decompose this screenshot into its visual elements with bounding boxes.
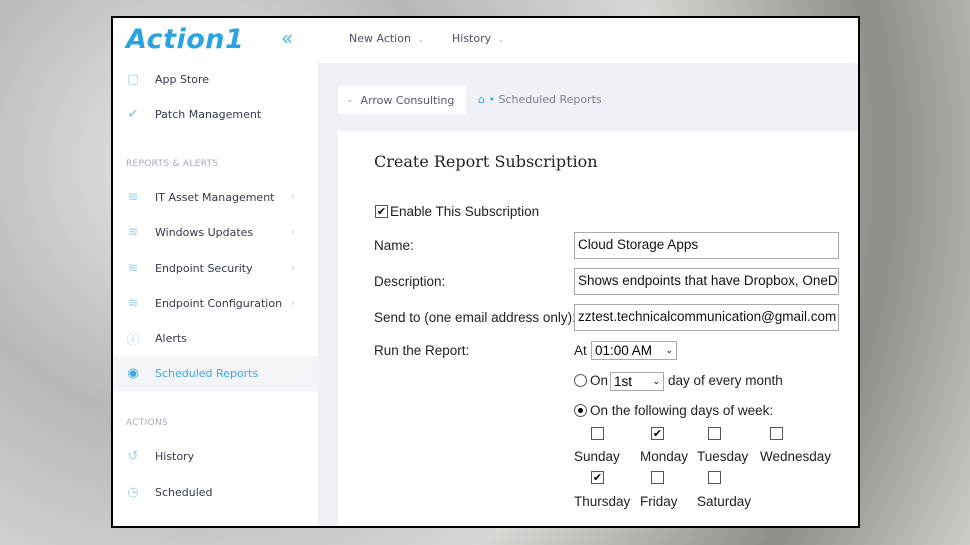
chevron-down-icon: ⌄ (652, 376, 660, 386)
day-label: Sunday (574, 449, 620, 464)
home-icon[interactable]: ⌂ (478, 93, 485, 106)
double-check-icon: ✔ (127, 107, 139, 122)
sidebar-item-label: IT Asset Management (155, 191, 275, 204)
organization-name: Arrow Consulting (360, 93, 455, 107)
day-label: Thursday (574, 494, 631, 509)
day-checkbox-saturday[interactable] (708, 471, 721, 484)
sidebar-item-scheduled-reports[interactable]: ◉ Scheduled Reports (113, 356, 318, 391)
sidebar-item-scheduled[interactable]: ◷ Scheduled (113, 475, 318, 510)
app-window: Action1 « ▢ App Store ✔ Patch Management R… (111, 16, 860, 528)
send-to-email-input[interactable]: zztest.technicalcommunication@gmail.com (574, 304, 839, 331)
sidebar-item-endpoint-security[interactable]: ≋ Endpoint Security › (113, 251, 318, 286)
breadcrumb: ⌂ • Scheduled Reports (478, 93, 602, 106)
weekly-label: On the following days of week: (590, 403, 774, 418)
breadcrumb-current: Scheduled Reports (498, 93, 602, 106)
at-label: At (574, 343, 587, 358)
day-checkbox-monday[interactable]: ✔ (651, 427, 664, 440)
chevron-down-icon: ⌄ (346, 95, 354, 105)
sidebar-item-label: Alerts (155, 332, 187, 345)
sidebar-item-label: Endpoint Configuration (155, 297, 283, 310)
chevron-right-icon: › (291, 227, 295, 238)
history-icon: ↺ (127, 449, 139, 464)
menu-history[interactable]: History ⌄ (452, 32, 505, 45)
chevron-right-icon: › (291, 263, 295, 274)
description-label: Description: (374, 274, 446, 289)
sidebar-item-label: Scheduled (155, 486, 213, 499)
name-input[interactable]: Cloud Storage Apps (574, 232, 839, 259)
layers-icon: ≋ (127, 261, 139, 276)
top-bar: New Action ⌄ History ⌄ (318, 18, 858, 63)
sidebar-item-windows-updates[interactable]: ≋ Windows Updates › (113, 215, 318, 250)
day-checkbox-friday[interactable] (651, 471, 664, 484)
chevron-right-icon: › (291, 298, 295, 309)
layers-icon: ≋ (127, 190, 139, 205)
collapse-sidebar-icon[interactable]: « (281, 26, 293, 50)
sidebar-item-patch-management[interactable]: ✔ Patch Management (113, 97, 318, 132)
day-checkbox-wednesday[interactable] (770, 427, 783, 440)
scheduled-report-icon: ◉ (127, 366, 139, 381)
sidebar-item-label: Patch Management (155, 108, 262, 121)
day-label: Friday (640, 494, 678, 509)
monthly-radio[interactable] (574, 374, 587, 387)
weekly-radio[interactable] (574, 404, 587, 417)
sidebar-item-endpoint-configuration[interactable]: ≋ Endpoint Configuration › (113, 286, 318, 321)
shopping-bag-icon: ▢ (126, 72, 140, 87)
day-label: Tuesday (697, 449, 749, 464)
day-of-month-value: 1st (614, 374, 633, 389)
menu-label: History (452, 32, 492, 45)
page-title: Create Report Subscription (374, 152, 598, 171)
menu-label: New Action (349, 32, 411, 45)
enable-subscription-checkbox[interactable]: ✔ (375, 205, 388, 218)
sidebar-item-label: Scheduled Reports (155, 367, 259, 380)
monthly-suffix-label: day of every month (668, 373, 783, 388)
day-checkbox-thursday[interactable]: ✔ (591, 471, 604, 484)
day-checkbox-tuesday[interactable] (708, 427, 721, 440)
report-subscription-card: Create Report Subscription ✔ Enable This… (338, 131, 858, 526)
time-value: 01:00 AM (595, 343, 653, 358)
sidebar-item-history[interactable]: ↺ History (113, 439, 318, 474)
chevron-down-icon: ⌄ (416, 35, 425, 45)
sidebar-item-alerts[interactable]: ⓘ Alerts (113, 321, 318, 356)
send-to-label: Send to (one email address only): (374, 310, 576, 325)
day-label: Saturday (697, 494, 752, 509)
sidebar-item-app-store[interactable]: ▢ App Store (113, 62, 318, 97)
clock-icon: ◷ (127, 485, 139, 500)
menu-new-action[interactable]: New Action ⌄ (349, 32, 425, 45)
sidebar: Action1 « ▢ App Store ✔ Patch Management R… (113, 18, 318, 526)
layers-icon: ≋ (127, 225, 139, 240)
breadcrumb-separator: • (488, 93, 495, 106)
monthly-on-label: On (590, 373, 609, 388)
sidebar-item-label: App Store (155, 73, 210, 86)
day-label: Wednesday (760, 449, 832, 464)
day-checkbox-sunday[interactable] (591, 427, 604, 440)
chevron-down-icon: ⌄ (665, 345, 673, 355)
sidebar-item-it-asset-management[interactable]: ≋ IT Asset Management › (113, 180, 318, 215)
chevron-down-icon: ⌄ (497, 35, 505, 45)
day-label: Monday (640, 449, 689, 464)
organization-selector[interactable]: ⌄ Arrow Consulting (338, 86, 466, 114)
action1-logo[interactable]: Action1 (126, 24, 244, 55)
name-label: Name: (374, 238, 414, 253)
day-of-month-select[interactable]: 1st ⌄ (610, 372, 664, 391)
sidebar-item-label: Windows Updates (155, 226, 254, 239)
section-actions: ACTIONS (126, 418, 169, 428)
sidebar-item-label: Endpoint Security (155, 262, 253, 275)
time-select[interactable]: 01:00 AM ⌄ (591, 341, 677, 360)
run-report-label: Run the Report: (374, 343, 470, 358)
sidebar-item-label: History (155, 450, 195, 463)
description-input[interactable]: Shows endpoints that have Dropbox, OneDr (574, 268, 839, 295)
layers-icon: ≋ (127, 296, 139, 311)
section-reports-alerts: REPORTS & ALERTS (126, 159, 219, 169)
chevron-right-icon: › (291, 192, 295, 203)
enable-subscription-label: Enable This Subscription (390, 204, 540, 219)
alert-circle-icon: ⓘ (126, 333, 140, 348)
